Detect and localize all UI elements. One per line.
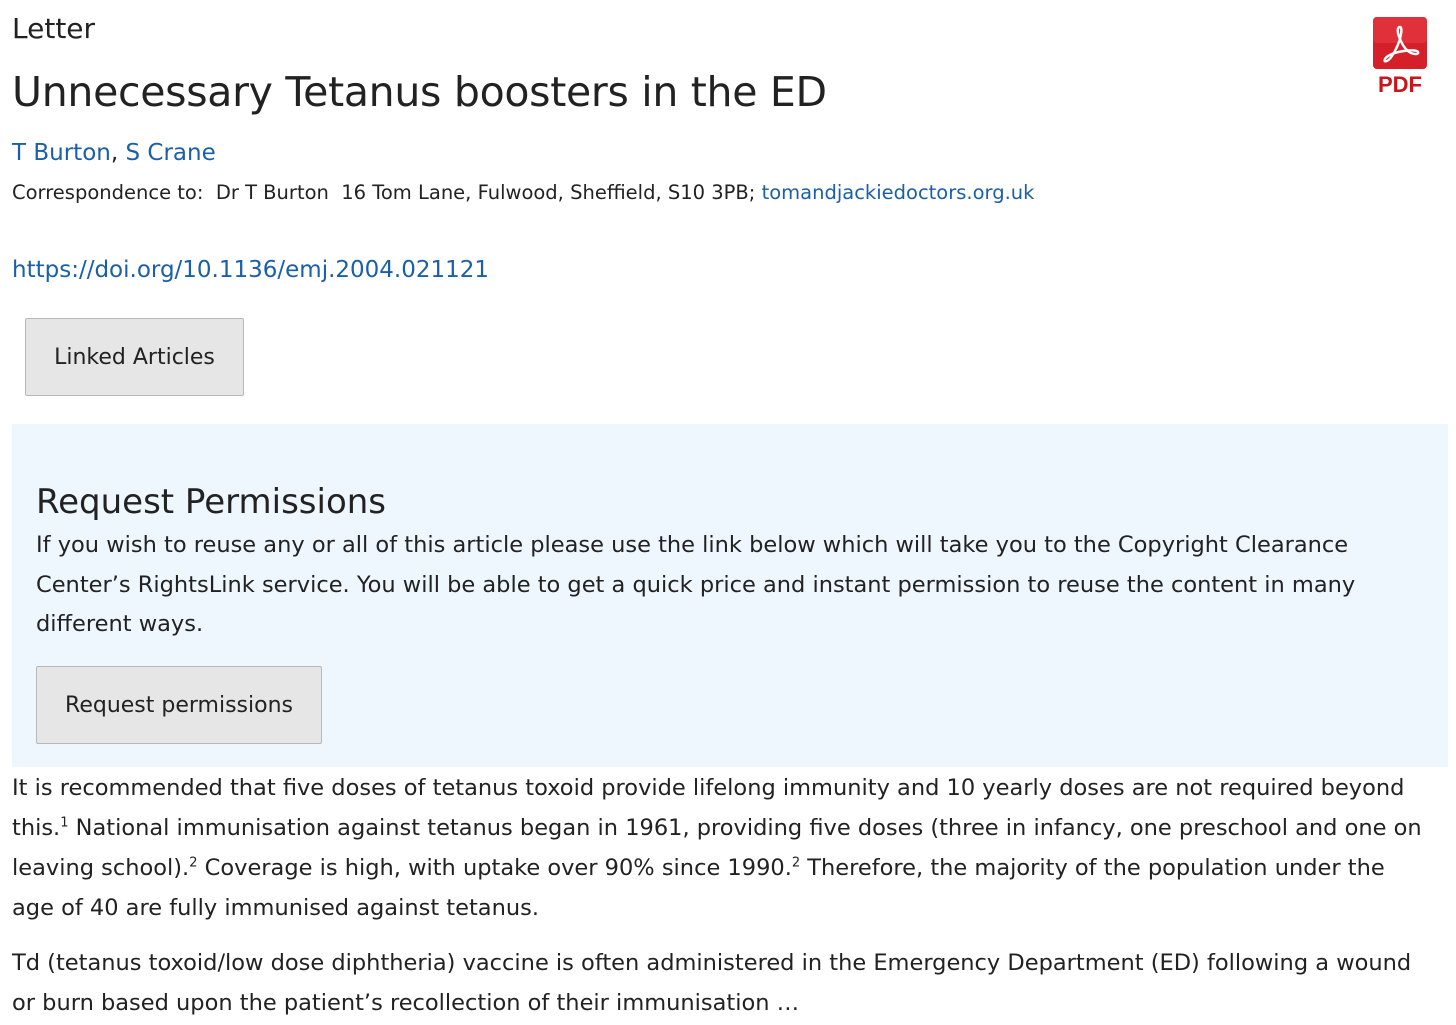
pdf-label: PDF: [1378, 72, 1422, 97]
doi-link[interactable]: https://doi.org/10.1136/emj.2004.021121: [12, 257, 489, 283]
request-permissions-button[interactable]: Request permissions: [36, 666, 322, 744]
author-link-crane[interactable]: S Crane: [125, 140, 215, 166]
correspondence-address: Dr T Burton 16 Tom Lane, Fulwood, Sheffi…: [215, 181, 756, 204]
article-section-type: Letter: [12, 12, 96, 45]
correspondence-label: Correspondence to:: [12, 181, 204, 204]
reference-link-2b[interactable]: 2: [792, 856, 800, 871]
author-separator: ,: [110, 140, 119, 166]
request-permissions-heading: Request Permissions: [36, 482, 387, 522]
pdf-icon: [1373, 17, 1427, 69]
request-permissions-description: If you wish to reuse any or all of this …: [36, 532, 1356, 637]
article-paragraph-1: It is recommended that five doses of tet…: [12, 768, 1432, 928]
article-paragraph-2: Td (tetanus toxoid/low dose diphtheria) …: [12, 950, 1412, 1016]
reference-link-2[interactable]: 2: [189, 856, 197, 871]
reference-link-1[interactable]: 1: [60, 816, 68, 831]
author-link-burton[interactable]: T Burton: [12, 140, 111, 166]
correspondence-email-link[interactable]: tomandjackiedoctors.org.uk: [762, 181, 1035, 204]
article-title: Unnecessary Tetanus boosters in the ED: [12, 68, 827, 116]
request-permissions-panel: Request Permissions If you wish to reuse…: [12, 424, 1448, 767]
paragraph-1-text-c: Coverage is high, with uptake over 90% s…: [197, 855, 792, 881]
linked-articles-button[interactable]: Linked Articles: [25, 318, 244, 396]
author-list: T Burton, S Crane: [12, 140, 216, 166]
pdf-download-link[interactable]: PDF: [1371, 17, 1429, 103]
correspondence: Correspondence to: Dr T Burton 16 Tom La…: [12, 181, 1034, 204]
